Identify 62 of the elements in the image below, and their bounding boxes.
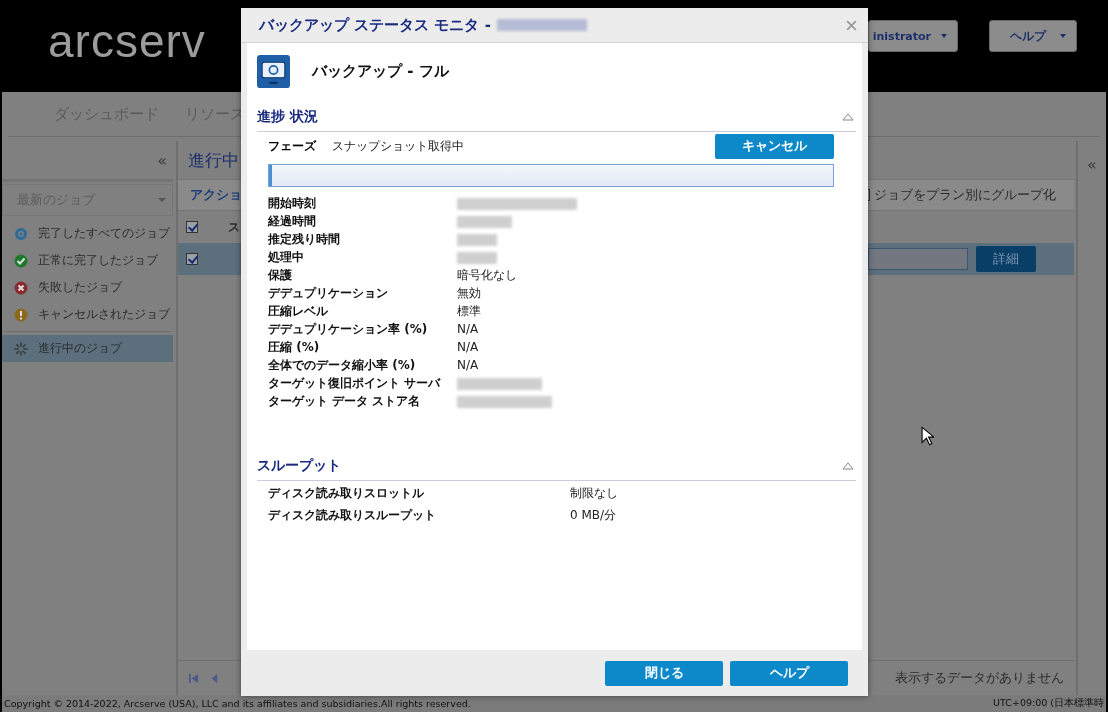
field-label: 処理中: [268, 249, 305, 266]
job-filter-item[interactable]: 進行中のジョブ: [2, 335, 173, 362]
field-value: 0 MB/分: [570, 507, 618, 524]
user-menu[interactable]: inistrator: [868, 20, 958, 52]
logo-text: arcserv: [48, 14, 206, 68]
field-label: ターゲット復旧ポイント サーバ: [268, 375, 442, 392]
caret-icon: [1060, 34, 1066, 38]
field-label: 経過時間: [268, 213, 317, 230]
panel-title: 進行中: [187, 148, 239, 172]
field-label: デデュプリケーション率 (%): [268, 321, 429, 338]
select-all-checkbox[interactable]: [186, 221, 198, 233]
copyright-text: Copyright © 2014-2022, Arcserve (USA), LLC and its affiliates and subsidiaries.All rights reserved.: [4, 698, 471, 709]
field-label: 保護: [268, 267, 293, 284]
job-filter-item[interactable]: 完了したすべてのジョブ: [2, 220, 173, 247]
expand-icon[interactable]: «: [1087, 155, 1097, 695]
field-label: 開始時刻: [268, 195, 317, 212]
first-page-icon[interactable]: [188, 671, 199, 685]
warning-icon: [14, 307, 28, 322]
field-label: デデュプリケーション: [268, 285, 389, 302]
job-type: バックアップ - フル: [312, 61, 449, 81]
cancel-button[interactable]: キャンセル: [715, 133, 834, 159]
timezone-text: UTC+09:00 (日本標準時: [993, 697, 1104, 710]
phase-value: スナップショット取得中: [332, 137, 464, 155]
details-button[interactable]: 詳細: [976, 246, 1036, 272]
field-label: ディスク読み取りスロットル: [268, 485, 425, 502]
empty-message: 表示するデータがありません: [895, 669, 1064, 687]
dialog-button[interactable]: 閉じる: [605, 660, 723, 686]
help-menu[interactable]: ヘルプ: [989, 20, 1077, 52]
field-label: 全体でのデータ縮小率 (%): [268, 357, 417, 374]
job-filter-item[interactable]: 正常に完了したジョブ: [2, 247, 173, 274]
row-checkbox[interactable]: [186, 253, 198, 265]
field-value: N/A: [457, 339, 480, 356]
field-value: N/A: [457, 321, 480, 338]
caret-icon: [941, 34, 947, 38]
column-header[interactable]: ス: [228, 218, 240, 236]
dialog-button[interactable]: ヘルプ: [730, 660, 848, 686]
field-label: 圧縮レベル: [268, 303, 329, 320]
close-icon[interactable]: [845, 18, 858, 32]
field-label: 推定残り時間: [268, 231, 341, 248]
field-value: 制限なし: [570, 485, 619, 502]
field-value: 暗号化なし: [457, 267, 518, 284]
collapse-icon[interactable]: [842, 113, 854, 121]
phase-label: フェーズ: [268, 137, 316, 155]
field-label: 圧縮 (%): [268, 339, 321, 356]
collapse-icon[interactable]: «: [157, 150, 167, 170]
field-value: N/A: [457, 357, 480, 374]
field-label: ターゲット データ ストア名: [268, 393, 422, 410]
field-value: 標準: [457, 303, 482, 320]
actions-menu[interactable]: アクショ: [190, 186, 242, 204]
pointer-cursor-icon: [921, 426, 934, 446]
job-filter-item[interactable]: 失敗したジョブ: [2, 274, 173, 301]
section-title: スループット: [257, 457, 341, 475]
check-icon: [14, 253, 28, 268]
job-filter-item[interactable]: キャンセルされたジョブ: [2, 301, 173, 328]
field-value: 無効: [457, 285, 482, 302]
spinner-icon: [14, 341, 28, 356]
error-icon: [14, 280, 28, 295]
monitor-icon: [257, 54, 290, 88]
dialog-title: バックアップ ステータス モニタ -: [259, 15, 491, 35]
field-label: ディスク読み取りスループット: [268, 507, 437, 524]
section-title: 進捗 状況: [257, 108, 318, 126]
collapse-icon[interactable]: [842, 462, 854, 470]
